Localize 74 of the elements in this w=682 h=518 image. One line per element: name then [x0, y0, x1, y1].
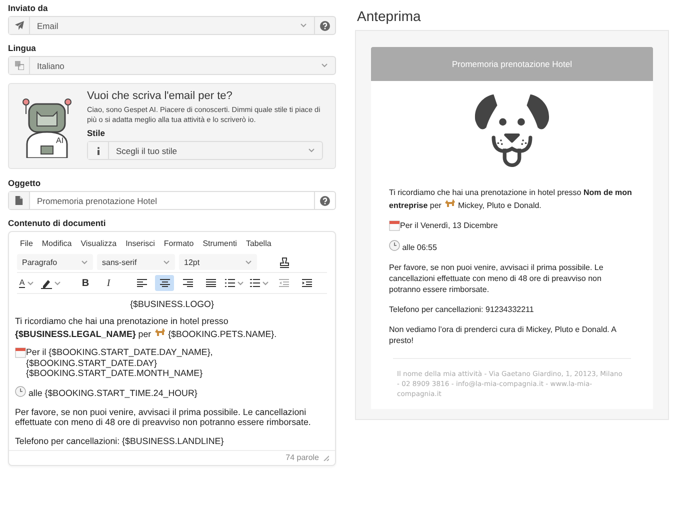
- caret-icon: [237, 280, 244, 286]
- menu-item[interactable]: Strumenti: [202, 239, 237, 248]
- field-label: Inviato da: [8, 3, 49, 13]
- align-left-icon: [136, 279, 146, 287]
- word-count: 74 parole: [286, 453, 319, 462]
- document-icon: [15, 196, 23, 205]
- date-text: Per il {$BOOKING.START_DATE.DAY_NAME}, {$BOOKING.START_DATE.DAY} {$BOOKING.START_DATE.MONTH_NAME}: [26, 347, 214, 378]
- reminder-text: entreprise per: [389, 201, 442, 210]
- chevron-down-icon: [321, 63, 328, 68]
- align-center-button[interactable]: [155, 275, 174, 291]
- help-icon[interactable]: [320, 20, 330, 30]
- menu-item[interactable]: Tabella: [246, 239, 272, 248]
- subject-field[interactable]: Promemoria prenotazione Hotel: [8, 191, 336, 210]
- chevron-down-icon: [300, 23, 307, 28]
- justify-icon: [206, 279, 216, 287]
- clock-icon: [15, 386, 26, 398]
- body-text: Telefono per cancellazioni: 91234332211: [389, 304, 535, 315]
- menu-item[interactable]: Modifica: [42, 239, 72, 248]
- sender-select[interactable]: Email: [8, 16, 336, 35]
- pet-names-text: Mickey, Pluto e Donald.: [458, 201, 542, 210]
- menu-item[interactable]: Visualizza: [80, 239, 117, 248]
- marker-icon: [41, 278, 52, 288]
- clock-icon: [389, 240, 400, 251]
- reminder-text: Ti ricordiamo che hai una prenotazione in hotel presso: [15, 316, 230, 327]
- menu-item[interactable]: Inserisci: [126, 239, 155, 248]
- numbered-list-icon: [250, 279, 260, 287]
- chevron-down-icon: [308, 148, 315, 153]
- help-icon[interactable]: [320, 196, 330, 206]
- field-label: Lingua: [8, 43, 37, 53]
- robot-drawing: AI: [21, 96, 73, 158]
- language-select[interactable]: Italiano: [8, 56, 336, 75]
- align-center-icon: [160, 279, 170, 287]
- indent-icon: [302, 279, 312, 287]
- chevron-down-icon: [245, 260, 252, 264]
- reminder-text: Ti ricordiamo che hai una prenotazione in hotel presso Nom de mon: [389, 187, 633, 198]
- align-right-icon: [182, 279, 192, 287]
- resize-handle-icon[interactable]: [323, 454, 329, 461]
- bullet-list-icon: [225, 279, 235, 287]
- caret-icon: [26, 280, 34, 286]
- format-select[interactable]: Paragrafo: [17, 254, 93, 270]
- pet-names-text: {$BOOKING.PETS.NAME}.: [168, 328, 277, 339]
- time-text: alle 06:55: [402, 243, 437, 252]
- caret-icon: [262, 280, 269, 286]
- chevron-down-icon: [81, 260, 88, 264]
- menu-item[interactable]: File: [20, 239, 33, 248]
- menu-item[interactable]: Formato: [164, 239, 194, 248]
- chevron-down-icon: [163, 260, 170, 264]
- body-text: Per favore, se non puoi venire, avvisaci il prima possibile. Le cancellazioni effettuate con meno di 48 ore di preavviso non potranno essere rimborsate.: [389, 262, 604, 295]
- time-text: alle {$BOOKING.START_TIME.24_HOUR}: [28, 388, 198, 398]
- body-text: Non vediamo l’ora di prenderci cura di Mickey, Pluto e Donald. A presto!: [389, 324, 618, 346]
- preview-title: Anteprima: [357, 8, 422, 24]
- format-select[interactable]: 12pt: [179, 254, 257, 270]
- outdent-icon: [278, 279, 288, 287]
- logo-placeholder-text: {$BUSINESS.LOGO}: [129, 299, 215, 310]
- bold-button[interactable]: B: [76, 275, 95, 291]
- caret-icon: [54, 280, 61, 286]
- calendar-icon: [15, 347, 26, 358]
- body-text: Telefono per cancellazioni: {$BUSINESS.LANDLINE}: [15, 436, 225, 446]
- calendar-icon: [389, 220, 400, 231]
- body-text: Per favore, se non puoi venire, avvisaci il prima possibile. Le cancellazioni effettuate con meno di 48 ore di preavviso non potranno essere rimborsate.: [15, 406, 312, 428]
- text-color-button[interactable]: A: [17, 275, 36, 291]
- ai-title: Vuoi che scriva l'email per te?: [87, 90, 234, 102]
- email-header: Promemoria prenotazione Hotel: [371, 47, 653, 81]
- italic-button[interactable]: I: [99, 275, 118, 291]
- style-select[interactable]: Scegli il tuo stile: [87, 141, 323, 160]
- field-label: Stile: [87, 128, 106, 138]
- field-label: Oggetto: [8, 178, 42, 188]
- info-icon: [96, 146, 100, 154]
- date-text: Per il Venerdì, 13 Dicembre: [400, 220, 498, 231]
- reminder-text: {$BUSINESS.LEGAL_NAME} per: [15, 328, 152, 339]
- stamp-icon[interactable]: [279, 256, 290, 268]
- format-select[interactable]: sans-serif: [97, 254, 175, 270]
- paper-plane-icon: [14, 21, 24, 30]
- field-label: Contenuto di documenti: [8, 218, 107, 228]
